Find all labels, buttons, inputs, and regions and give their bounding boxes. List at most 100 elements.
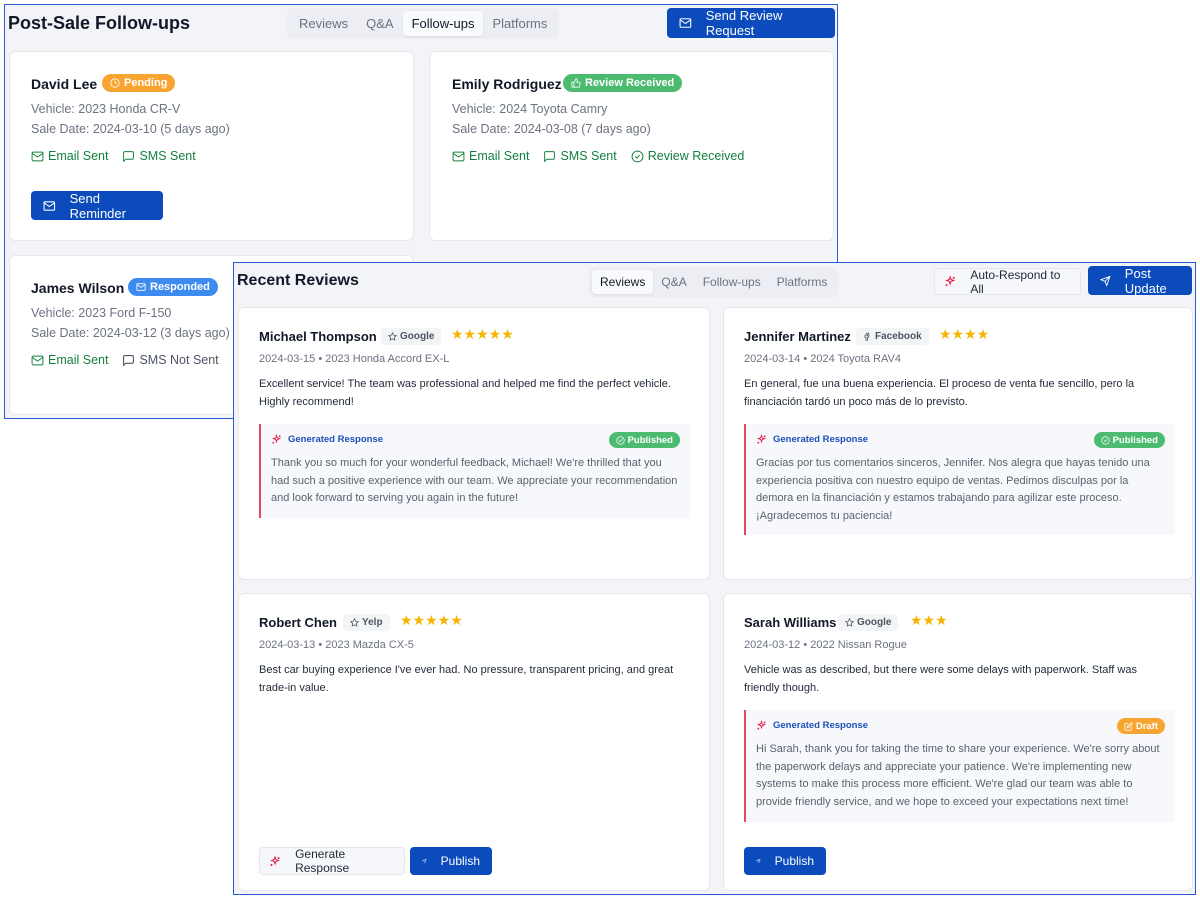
- platform-badge: Yelp: [343, 614, 390, 631]
- status-badge: Responded: [128, 278, 218, 296]
- platform-badge: Facebook: [856, 328, 929, 345]
- email-status-label: Email Sent: [48, 353, 109, 367]
- response-status-badge: Published: [608, 432, 680, 448]
- generated-response-label: Generated Response: [773, 434, 869, 445]
- tab-platforms[interactable]: Platforms: [483, 11, 556, 36]
- post-update-button[interactable]: Post Update: [1088, 266, 1192, 296]
- page-title: Post-Sale Follow-ups: [8, 13, 191, 33]
- send-icon: [756, 858, 761, 864]
- sms-status-label: SMS Sent: [560, 149, 617, 163]
- publish-button[interactable]: Publish: [410, 847, 492, 875]
- review-card: Jennifer Martinez Facebook ★★★★ 2024-03-…: [723, 307, 1193, 580]
- generated-response-text: Gracias por tus comentarios sinceros, Je…: [756, 457, 1150, 522]
- sparkles-icon: [271, 434, 282, 444]
- sparkles-icon: [944, 275, 956, 287]
- generate-response-button[interactable]: Generate Response: [259, 847, 405, 875]
- tab-reviews[interactable]: Reviews: [592, 270, 654, 294]
- review-meta: 2024-03-15 • 2023 Honda Accord EX-L: [259, 353, 450, 365]
- reviews-panel: Recent Reviews Reviews Q&A Follow-ups Pl…: [233, 262, 1196, 895]
- review-meta: 2024-03-12 • 2022 Nissan Rogue: [744, 639, 907, 651]
- review-text: Best car buying experience I've ever had…: [259, 664, 674, 694]
- tab-qa[interactable]: Q&A: [653, 270, 694, 294]
- customer-name: Emily Rodriguez: [452, 76, 562, 92]
- status-badge-label: Responded: [150, 281, 210, 293]
- rating-stars: ★★★★: [939, 326, 990, 342]
- platform-badge: Google: [381, 328, 442, 345]
- rating-stars: ★★★: [910, 612, 948, 628]
- generated-response-label: Generated Response: [773, 720, 869, 731]
- email-status-label: Email Sent: [469, 149, 530, 163]
- sale-date: Sale Date: 2024-03-10 (5 days ago): [31, 122, 230, 136]
- generated-response: Generated Response Draft Hi Sarah, thank…: [744, 710, 1175, 822]
- publish-label: Publish: [774, 854, 814, 868]
- vehicle-info: Vehicle: 2024 Toyota Camry: [452, 102, 608, 116]
- auto-respond-button[interactable]: Auto-Respond to All: [934, 268, 1081, 296]
- clock-icon: [110, 78, 120, 88]
- sms-status: SMS Not Sent: [122, 353, 219, 367]
- mail-icon: [31, 151, 44, 161]
- facebook-icon: [864, 332, 870, 341]
- response-status-label: Draft: [1135, 720, 1158, 732]
- section-title: Recent Reviews: [237, 272, 359, 289]
- generate-response-label: Generate Response: [295, 847, 350, 875]
- reviewer-name: Robert Chen: [259, 615, 337, 630]
- star-outline-icon: [350, 618, 359, 627]
- reviews-tabs: Reviews Q&A Follow-ups Platforms: [589, 267, 839, 297]
- review-text: Vehicle was as described, but there were…: [744, 664, 1137, 694]
- vehicle-info: Vehicle: 2023 Ford F-150: [31, 306, 172, 320]
- sparkles-icon: [756, 720, 767, 730]
- generated-response-header: Generated Response: [756, 434, 868, 445]
- rating-stars: ★★★★★: [400, 612, 463, 628]
- contact-status-row: Email Sent SMS Not Sent: [31, 353, 219, 367]
- review-card: Sarah Williams Google ★★★ 2024-03-12 • 2…: [723, 593, 1193, 891]
- send-reminder-button[interactable]: Send Reminder: [31, 191, 163, 221]
- edit-icon: [1124, 721, 1133, 731]
- email-status: Email Sent: [31, 149, 108, 163]
- publish-button[interactable]: Publish: [744, 847, 826, 875]
- sparkles-icon: [756, 434, 767, 444]
- thumbs-up-icon: [571, 78, 581, 88]
- status-badge-label: Pending: [124, 77, 168, 89]
- review-card: Robert Chen Yelp ★★★★★ 2024-03-13 • 2023…: [238, 593, 710, 891]
- response-status-badge: Draft: [1116, 718, 1165, 734]
- sms-status: SMS Sent: [543, 149, 617, 163]
- send-review-request-label: Send Review Request: [705, 8, 783, 38]
- mail-icon: [31, 355, 44, 365]
- publish-label: Publish: [440, 854, 480, 868]
- rating-stars: ★★★★★: [451, 326, 514, 342]
- tab-reviews[interactable]: Reviews: [290, 11, 357, 36]
- email-status: Email Sent: [452, 149, 529, 163]
- mail-icon: [452, 151, 465, 161]
- check-circle-icon: [631, 150, 644, 162]
- customer-name: David Lee: [31, 76, 98, 92]
- check-circle-icon: [1100, 435, 1110, 445]
- contact-status-row: Email Sent SMS Sent: [31, 149, 196, 163]
- tab-qa[interactable]: Q&A: [357, 11, 402, 36]
- send-icon: [1100, 275, 1111, 287]
- followup-card: Emily Rodriguez Review Received Vehicle:…: [429, 51, 834, 241]
- sms-status-label: SMS Not Sent: [139, 353, 219, 367]
- status-badge: Review Received: [563, 74, 683, 92]
- response-status-label: Published: [627, 434, 673, 446]
- star-outline-icon: [388, 332, 397, 341]
- send-review-request-button[interactable]: Send Review Request: [667, 8, 835, 38]
- platform-badge: Google: [838, 614, 899, 631]
- sale-date: Sale Date: 2024-03-08 (7 days ago): [452, 122, 651, 136]
- followup-card: David Lee Pending Vehicle: 2023 Honda CR…: [9, 51, 414, 241]
- mail-icon: [679, 18, 692, 28]
- generated-response-header: Generated Response: [756, 720, 868, 731]
- generated-response-label: Generated Response: [288, 434, 384, 445]
- reviewer-name: Michael Thompson: [259, 329, 377, 344]
- tab-followups[interactable]: Follow-ups: [402, 11, 484, 36]
- star-outline-icon: [845, 618, 854, 627]
- response-status-badge: Published: [1093, 432, 1165, 448]
- contact-status-row: Email Sent SMS Sent Review Received: [452, 149, 744, 163]
- tab-followups[interactable]: Follow-ups: [695, 270, 769, 294]
- followups-tabs: Reviews Q&A Follow-ups Platforms: [287, 8, 560, 39]
- review-meta: 2024-03-14 • 2024 Toyota RAV4: [744, 353, 901, 365]
- tab-platforms[interactable]: Platforms: [769, 270, 836, 294]
- review-text: En general, fue una buena experiencia. E…: [744, 378, 1135, 408]
- email-status-label: Email Sent: [48, 149, 109, 163]
- sms-status-label: SMS Sent: [139, 149, 196, 163]
- sms-status: SMS Sent: [122, 149, 196, 163]
